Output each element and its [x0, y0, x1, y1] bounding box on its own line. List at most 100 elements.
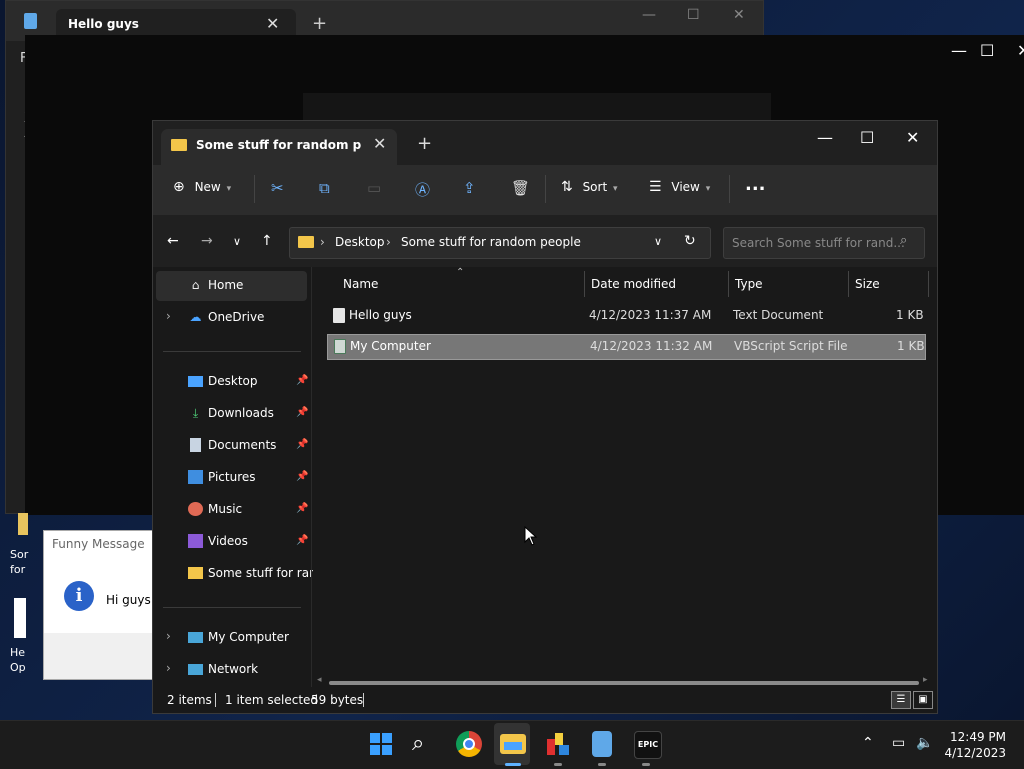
script-file-icon — [334, 339, 346, 354]
sort-button[interactable]: ⇅ Sort ▾ — [561, 179, 618, 195]
clock-time: 12:49 PM — [950, 730, 1006, 744]
more-options-button[interactable]: ... — [745, 174, 766, 195]
column-header-date[interactable]: Date modified — [591, 277, 676, 291]
explorer-tab[interactable]: Some stuff for random people ✕ — [161, 129, 397, 165]
command-bar: ⊕ New ▾ ✂ ⧉ ▭ Ⓐ ⇪ 🗑 ⇅ Sort ▾ ☰ View ▾ ..… — [153, 165, 937, 216]
refresh-icon[interactable]: ↻ — [684, 233, 696, 249]
status-selected-count: 1 item selected — [225, 693, 319, 707]
file-row[interactable]: My Computer 4/12/2023 11:32 AM VBScript … — [327, 334, 926, 360]
sidebar-item-label: Downloads — [208, 406, 274, 420]
shortcut-icon[interactable] — [14, 598, 26, 638]
sidebar-item-downloads[interactable]: ⤓ Downloads 📌 — [156, 399, 309, 429]
column-divider[interactable] — [928, 271, 929, 297]
address-bar[interactable]: › Desktop › Some stuff for random people… — [289, 227, 711, 259]
pin-icon[interactable]: 📌 — [296, 535, 308, 546]
volume-icon[interactable]: 🔈 — [916, 735, 933, 751]
file-explorer-icon[interactable] — [500, 734, 526, 754]
breadcrumb-separator-icon: › — [386, 235, 391, 249]
search-icon[interactable]: ⌕ — [900, 233, 907, 248]
start-button[interactable] — [368, 731, 394, 757]
minimize-button[interactable]: — — [817, 128, 833, 147]
column-header-size[interactable]: Size — [855, 277, 880, 291]
network-status-icon[interactable]: ▭ — [892, 735, 905, 751]
pane-divider — [311, 267, 312, 687]
cut-icon[interactable]: ✂ — [271, 179, 284, 197]
maximize-button[interactable]: ☐ — [980, 41, 994, 60]
file-explorer-window: Some stuff for random people ✕ + — ☐ ✕ ⊕… — [152, 120, 938, 714]
navigation-bar: ← → ∨ ↑ › Desktop › Some stuff for rando… — [153, 215, 937, 267]
close-button[interactable]: ✕ — [906, 128, 919, 147]
tiles-view-icon[interactable]: ▣ — [913, 691, 933, 709]
column-header-name[interactable]: Name — [343, 277, 378, 291]
sidebar-item-network[interactable]: › Network — [156, 655, 307, 685]
back-arrow-icon[interactable]: ← — [167, 233, 179, 249]
copy-icon[interactable]: ⧉ — [319, 179, 330, 197]
chevron-up-icon[interactable]: ⌃ — [862, 735, 874, 751]
scroll-left-icon[interactable]: ◂ — [317, 675, 322, 685]
pin-icon[interactable]: 📌 — [296, 471, 308, 482]
sidebar-item-desktop[interactable]: Desktop 📌 — [156, 367, 308, 397]
navigation-pane: ⌂ Home › ☁ OneDrive Desktop 📌 ⤓ Download… — [153, 267, 324, 687]
notepad-icon[interactable] — [592, 731, 612, 757]
mouse-cursor-icon — [524, 526, 538, 546]
plus-circle-icon: ⊕ — [173, 179, 185, 195]
paste-icon[interactable]: ▭ — [367, 179, 381, 197]
forward-arrow-icon[interactable]: → — [201, 233, 213, 249]
sidebar-item-music[interactable]: Music 📌 — [156, 495, 308, 525]
column-divider[interactable] — [584, 271, 585, 297]
pin-icon[interactable]: 📌 — [296, 407, 308, 418]
running-indicator — [642, 763, 650, 766]
details-view-icon[interactable]: ☰ — [891, 691, 911, 709]
chevron-down-icon[interactable]: ∨ — [654, 235, 662, 248]
column-header-type[interactable]: Type — [735, 277, 763, 291]
close-icon[interactable]: ✕ — [373, 134, 386, 153]
sidebar-item-home[interactable]: ⌂ Home — [156, 271, 307, 301]
sidebar-item-my-computer[interactable]: › My Computer — [156, 623, 307, 653]
file-size: 1 KB — [896, 308, 924, 322]
epic-games-icon[interactable]: EPIC — [634, 731, 662, 759]
column-divider[interactable] — [848, 271, 849, 297]
scroll-right-icon[interactable]: ▸ — [923, 675, 928, 685]
close-button[interactable]: ✕ — [733, 7, 745, 23]
search-box[interactable]: Search Some stuff for rand... ⌕ — [723, 227, 925, 259]
sidebar-item-documents[interactable]: Documents 📌 — [156, 431, 308, 461]
new-tab-button[interactable]: + — [417, 133, 432, 154]
rename-icon[interactable]: Ⓐ — [415, 179, 430, 200]
maximize-button[interactable]: ☐ — [687, 7, 700, 23]
breadcrumb-current-folder[interactable]: Some stuff for random people — [401, 235, 581, 249]
search-icon[interactable]: ⌕ — [412, 731, 438, 757]
horizontal-scrollbar[interactable] — [329, 681, 919, 685]
up-arrow-icon[interactable]: ↑ — [261, 233, 273, 249]
share-icon[interactable]: ⇪ — [463, 179, 476, 197]
system-clock[interactable]: 12:49 PM 4/12/2023 — [936, 729, 1006, 761]
minimize-button[interactable]: — — [642, 7, 656, 23]
column-divider[interactable] — [728, 271, 729, 297]
delete-icon[interactable]: 🗑 — [511, 179, 530, 197]
breadcrumb-desktop[interactable]: Desktop — [335, 235, 385, 249]
close-icon[interactable]: ✕ — [266, 14, 279, 33]
sidebar-item-some-stuff[interactable]: Some stuff for rand — [156, 559, 324, 589]
sidebar-item-pictures[interactable]: Pictures 📌 — [156, 463, 308, 493]
pin-icon[interactable]: 📌 — [296, 503, 308, 514]
sidebar-item-videos[interactable]: Videos 📌 — [156, 527, 308, 557]
pin-icon[interactable]: 📌 — [296, 439, 308, 450]
view-label: View — [671, 180, 700, 194]
folder-icon[interactable] — [18, 513, 28, 535]
sidebar-item-onedrive[interactable]: › ☁ OneDrive — [156, 303, 307, 333]
sidebar-divider — [163, 351, 301, 352]
new-tab-button[interactable]: + — [312, 13, 327, 34]
file-row[interactable]: Hello guys 4/12/2023 11:37 AM Text Docum… — [327, 304, 924, 328]
chevron-right-icon[interactable]: › — [166, 661, 171, 675]
colorful-app-icon[interactable] — [545, 731, 571, 757]
close-button[interactable]: ✕ — [1017, 41, 1024, 60]
recent-locations-icon[interactable]: ∨ — [233, 235, 241, 248]
chevron-right-icon[interactable]: › — [166, 629, 171, 643]
chevron-right-icon[interactable]: › — [166, 309, 171, 323]
cloud-icon: ☁ — [189, 310, 202, 324]
chrome-icon[interactable] — [456, 731, 482, 757]
new-button[interactable]: ⊕ New ▾ — [173, 179, 231, 195]
view-button[interactable]: ☰ View ▾ — [649, 179, 710, 195]
maximize-button[interactable]: ☐ — [860, 128, 874, 147]
pin-icon[interactable]: 📌 — [296, 375, 308, 386]
minimize-button[interactable]: — — [951, 41, 967, 60]
